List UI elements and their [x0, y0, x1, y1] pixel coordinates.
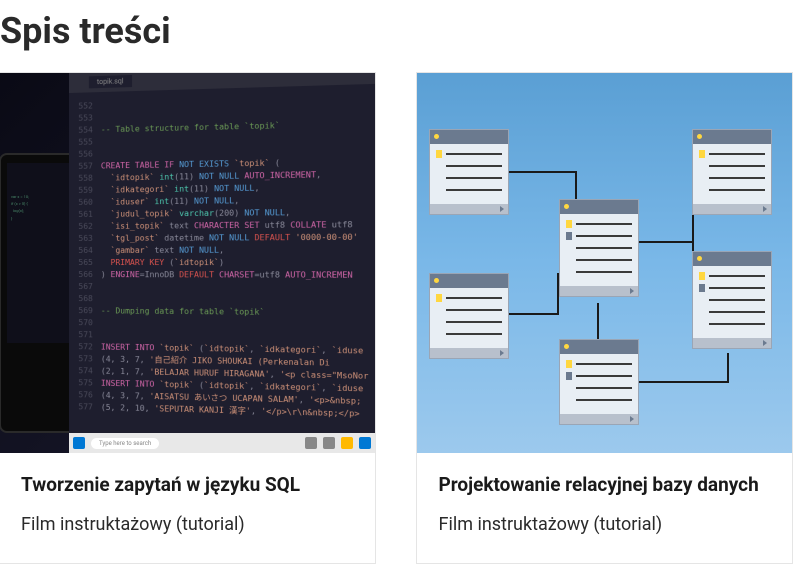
card-title: Tworzenie zapytań w języku SQL	[21, 473, 353, 496]
card-content: Projektowanie relacyjnej bazy danych Fil…	[417, 453, 793, 563]
card-subtitle: Film instruktażowy (tutorial)	[439, 514, 771, 535]
card-database-design[interactable]: Projektowanie relacyjnej bazy danych Fil…	[416, 72, 793, 564]
db-table-icon	[692, 251, 772, 349]
code-editor-illustration: topik.sql 552553554-- Table structure fo…	[69, 73, 375, 453]
editor-tab: topik.sql	[89, 75, 132, 88]
db-table-icon	[429, 129, 509, 215]
windows-taskbar-illustration: Type here to search	[69, 433, 375, 453]
card-image: var x = 10;if (x > 5) { log(x);} topik.s…	[0, 73, 375, 453]
db-table-icon	[559, 199, 639, 297]
cards-container: var x = 10;if (x > 5) { log(x);} topik.s…	[0, 72, 793, 564]
card-title: Projektowanie relacyjnej bazy danych	[439, 473, 771, 496]
db-table-icon	[559, 339, 639, 425]
card-subtitle: Film instruktażowy (tutorial)	[21, 514, 353, 535]
db-table-icon	[692, 129, 772, 215]
card-content: Tworzenie zapytań w języku SQL Film inst…	[0, 453, 375, 563]
db-table-icon	[429, 273, 509, 359]
page-title: Spis treści	[0, 0, 793, 72]
card-sql-queries[interactable]: var x = 10;if (x > 5) { log(x);} topik.s…	[0, 72, 376, 564]
card-image	[417, 73, 793, 453]
